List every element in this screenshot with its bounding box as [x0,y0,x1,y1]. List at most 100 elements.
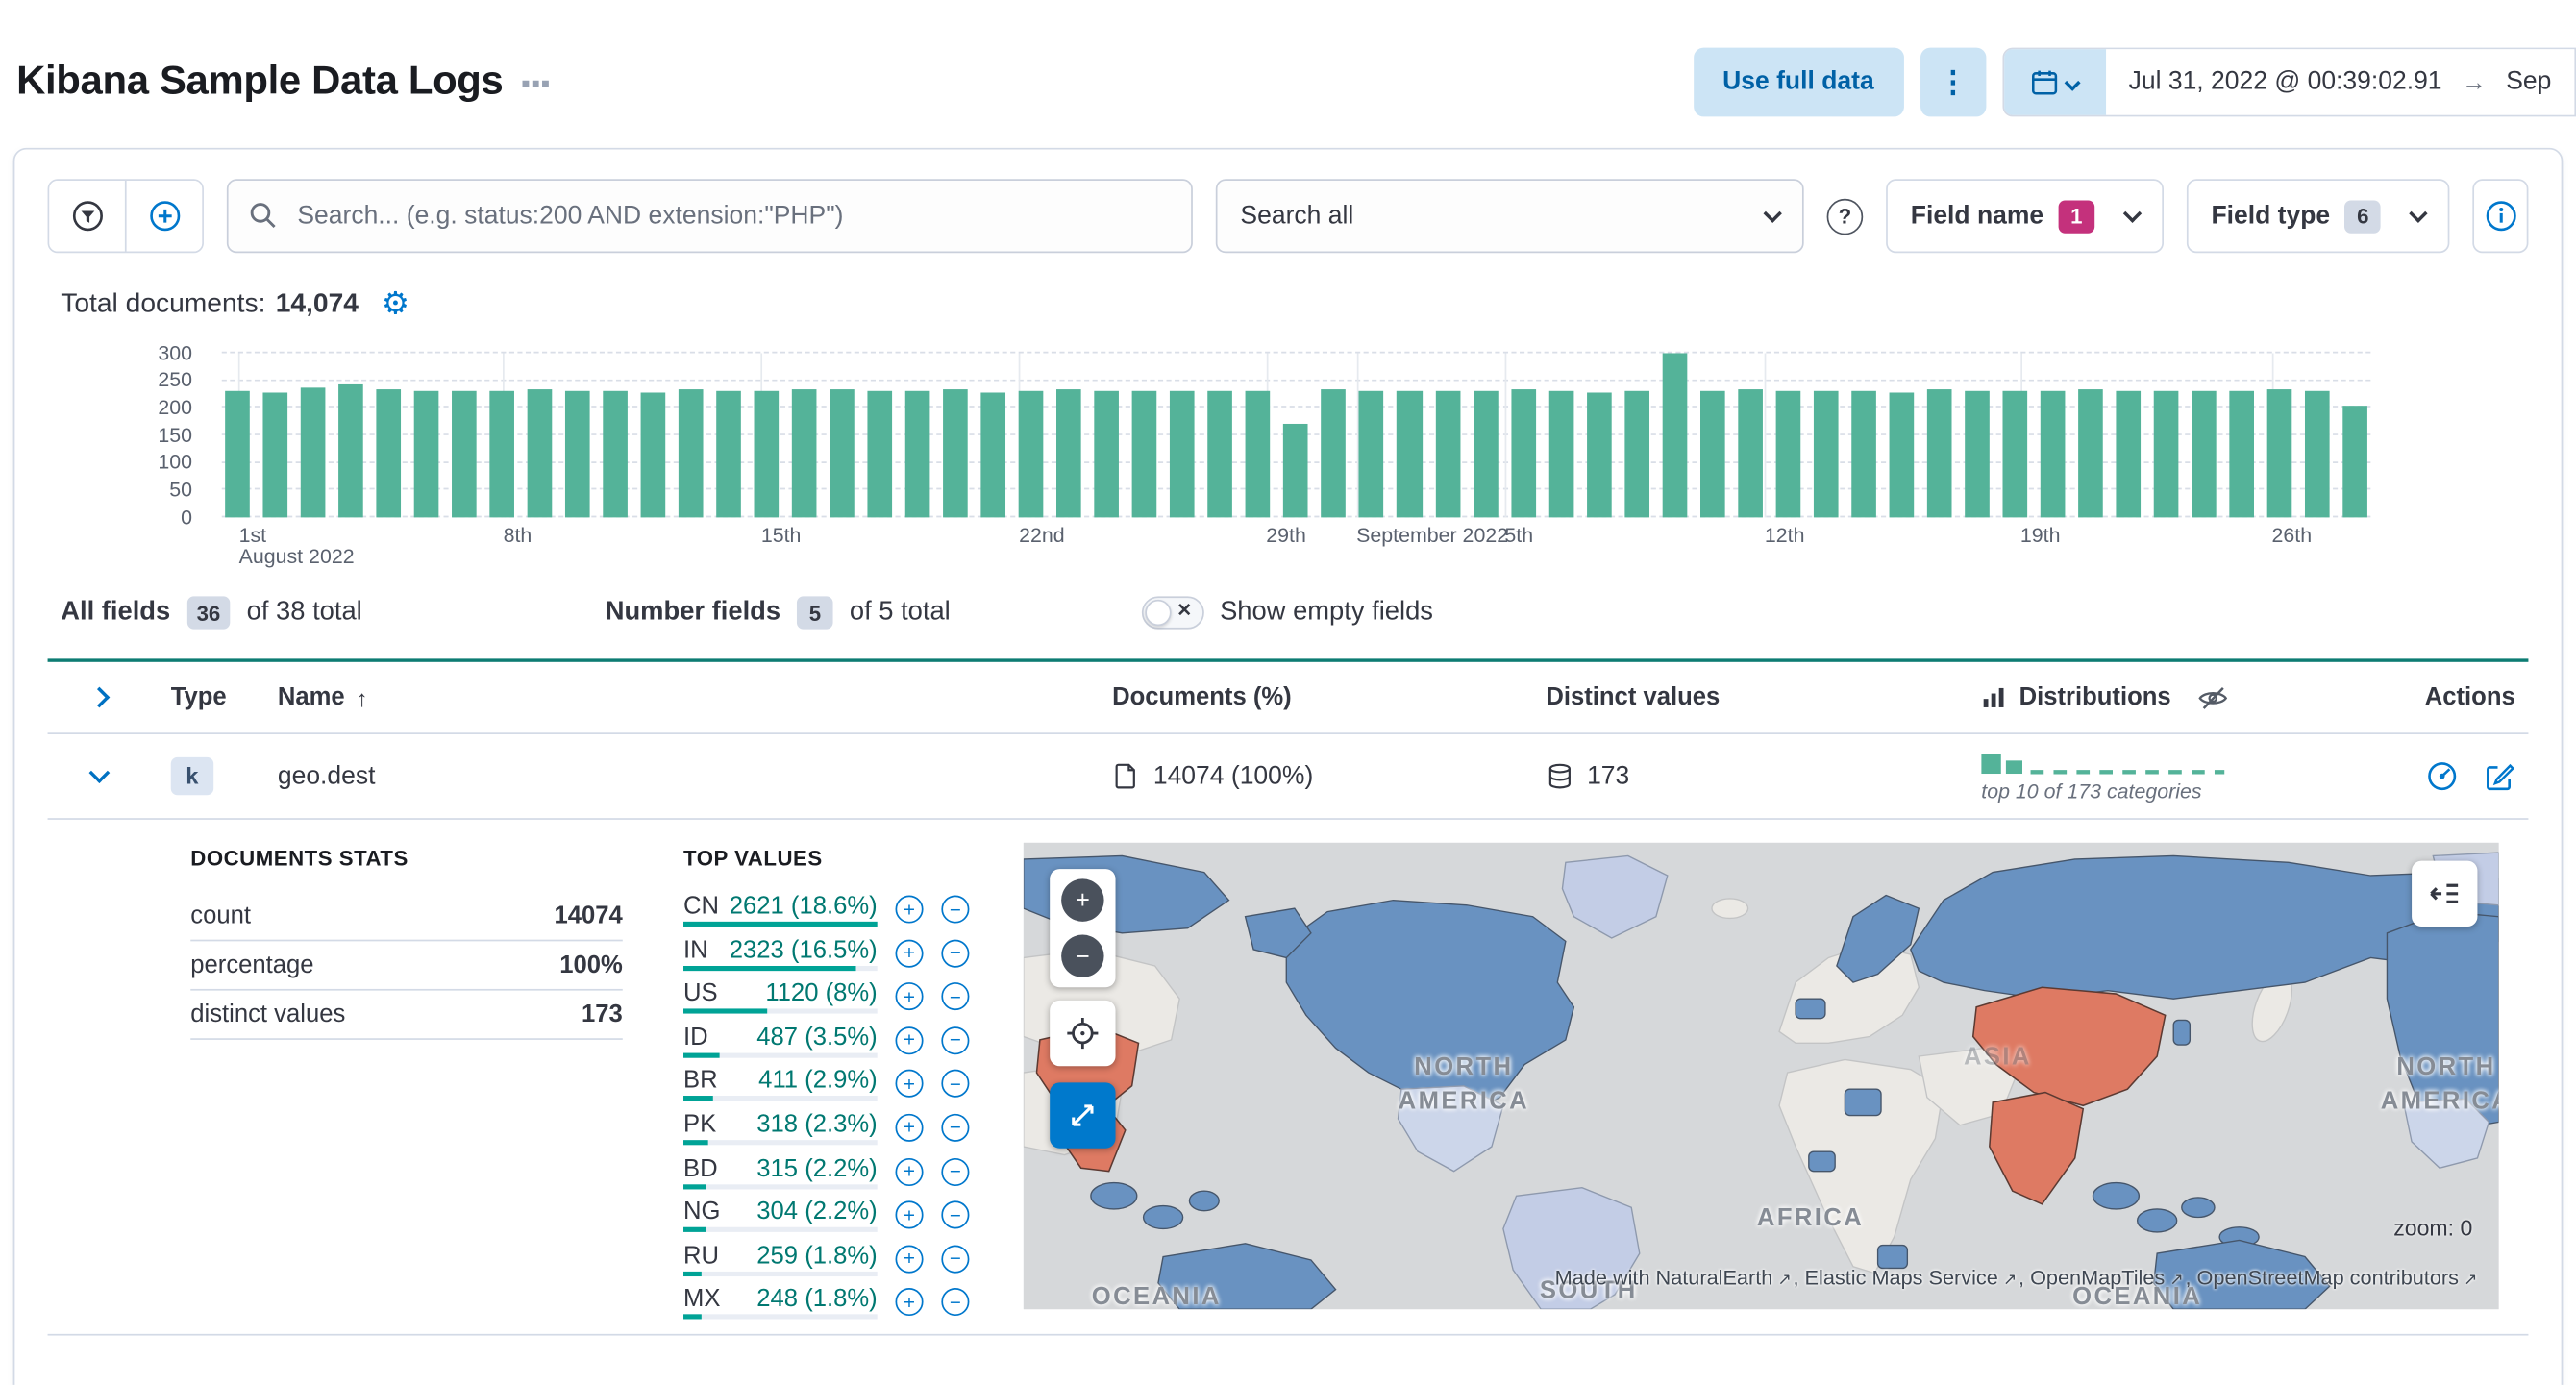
x-axis-label: 22nd [1019,524,1065,548]
doc-stats-rows: count 14074 percentage 100% distinct values 1… [190,892,623,1040]
histogram-bar [792,389,817,518]
crosshair-icon [1067,1018,1099,1050]
filter-out-value-button[interactable]: − [941,938,970,968]
database-icon [1548,763,1571,789]
map-attribution-link[interactable]: Elastic Maps Service [1805,1267,1998,1290]
use-full-data-button[interactable]: Use full data [1693,47,1904,117]
filter-for-value-button[interactable]: + [895,1245,924,1274]
page-header: Kibana Sample Data Logs Use full data ⋮ … [0,0,2576,128]
filter-out-value-button[interactable]: − [941,1113,970,1142]
filter-for-value-button[interactable]: + [895,1200,924,1229]
eye-slash-icon[interactable] [2197,682,2227,712]
expand-all-button[interactable] [74,673,123,722]
search-input[interactable] [226,179,1193,254]
stat-label: count [190,902,251,930]
top-value-count: 487 (3.5%) [756,1023,878,1051]
date-range-start[interactable]: Jul 31, 2022 @ 00:39:02.91 [2129,67,2442,97]
add-field-button[interactable] [124,181,203,252]
map-attribution-link[interactable]: NaturalEarth [1656,1267,1773,1290]
edit-field-icon[interactable] [2484,760,2515,791]
filter-out-value-button[interactable]: − [941,1157,970,1186]
filter-out-value-button[interactable]: − [941,1200,970,1229]
histogram-bar [1548,390,1573,518]
plus-icon: + [1075,886,1090,915]
top-value-line: BD 315 (2.2%) [683,1154,878,1182]
top-value-code: US [683,978,718,1008]
filter-for-value-button[interactable]: + [895,1026,924,1054]
toggle-thumb [1144,599,1171,627]
keyword-type-badge: k [170,756,214,796]
top-value-count: 1120 (8%) [765,978,878,1008]
map-attribution-link[interactable]: OpenMapTiles [2030,1267,2165,1290]
field-type-count-badge: 6 [2344,199,2382,233]
map-attribution-link[interactable]: OpenStreetMap contributors [2197,1267,2459,1290]
field-details: DOCUMENTS STATS count 14074 percentage 100%… [47,820,2529,1336]
date-range-arrow-icon: → [2462,67,2487,96]
histogram-bar [1434,390,1460,518]
stat-value: 14074 [554,902,623,930]
map-panel[interactable]: NORTHAMERICAASIAAFRICASOUTHAMERICAOCEANI… [1023,842,2499,1310]
histogram-bar [1661,353,1687,518]
kebab-menu-button[interactable]: ⋮ [1920,47,1986,117]
histogram-plot[interactable] [221,351,2371,518]
top-value-line: MX 248 (1.8%) [683,1285,878,1313]
date-picker-calendar-button[interactable] [2003,49,2106,115]
distribution-sparkline [1981,753,2225,774]
expand-map-button[interactable] [1050,1082,1116,1149]
filter-out-value-button[interactable]: − [941,982,970,1011]
funnel-icon [72,201,103,232]
column-header-name[interactable]: Name ↑ [278,683,1112,711]
filter-out-value-button[interactable]: − [941,1026,970,1054]
explore-in-maps-icon[interactable] [2426,760,2457,791]
field-name[interactable]: geo.dest [278,761,1112,791]
zoom-out-button[interactable]: − [1061,934,1104,977]
options-dots-icon[interactable] [522,81,549,87]
histogram-bar [1321,389,1347,518]
zoom-in-button[interactable]: + [1061,878,1104,922]
chevron-down-icon [2409,203,2429,223]
filter-for-value-button[interactable]: + [895,1157,924,1186]
distinct-values-count: 173 [1587,761,1630,790]
filter-for-value-button[interactable]: + [895,895,924,924]
number-fields-count-badge: 5 [797,596,833,630]
filter-for-value-button[interactable]: + [895,1070,924,1099]
field-type-filter-button[interactable]: Field type 6 [2186,179,2450,254]
filter-out-value-button[interactable]: − [941,1245,970,1274]
help-icon[interactable]: ? [1826,197,1864,235]
column-header-documents[interactable]: Documents (%) [1112,683,1546,711]
top-value-code: BD [683,1153,718,1182]
histogram-bar [830,388,855,518]
filter-for-value-button[interactable]: + [895,1113,924,1142]
top-value-bar-track [683,965,878,971]
top-value-bar [683,1271,703,1276]
column-header-type[interactable]: Type [171,683,278,711]
y-axis-label: 250 [158,368,192,392]
filter-out-value-button[interactable]: − [941,895,970,924]
top-value: PK 318 (2.3%) [683,1110,878,1146]
gear-icon[interactable]: ⚙ [382,289,409,320]
histogram-bar [225,390,250,518]
all-fields-count-badge: 36 [186,596,231,630]
chevron-down-icon [1763,203,1782,223]
search-all-select[interactable]: Search all [1215,179,1804,254]
show-empty-fields-toggle[interactable]: ✕ [1141,596,1203,630]
column-header-distinct-values[interactable]: Distinct values [1546,683,1981,711]
collapse-row-button[interactable] [74,752,123,801]
histogram-bar [1737,389,1763,518]
date-range-end[interactable]: Sep [2506,67,2551,97]
date-range-display[interactable]: Jul 31, 2022 @ 00:39:02.91 → Sep [2105,49,2575,115]
zoom-level: zoom: 0 [2393,1215,2473,1241]
field-name-filter-button[interactable]: Field name 1 [1886,179,2164,254]
filter-for-value-button[interactable]: + [895,938,924,968]
filter-out-value-button[interactable]: − [941,1070,970,1099]
filter-fields-button[interactable] [49,181,125,252]
fit-to-data-button[interactable] [1050,1000,1116,1067]
map-legend-button[interactable] [2412,860,2478,927]
filter-for-value-button[interactable]: + [895,982,924,1011]
histogram-bar [867,391,893,518]
filter-for-value-button[interactable]: + [895,1288,924,1317]
filter-out-value-button[interactable]: − [941,1288,970,1317]
histogram-bar [1283,424,1309,518]
info-button[interactable] [2472,179,2529,254]
top-value-count: 248 (1.8%) [756,1285,878,1314]
